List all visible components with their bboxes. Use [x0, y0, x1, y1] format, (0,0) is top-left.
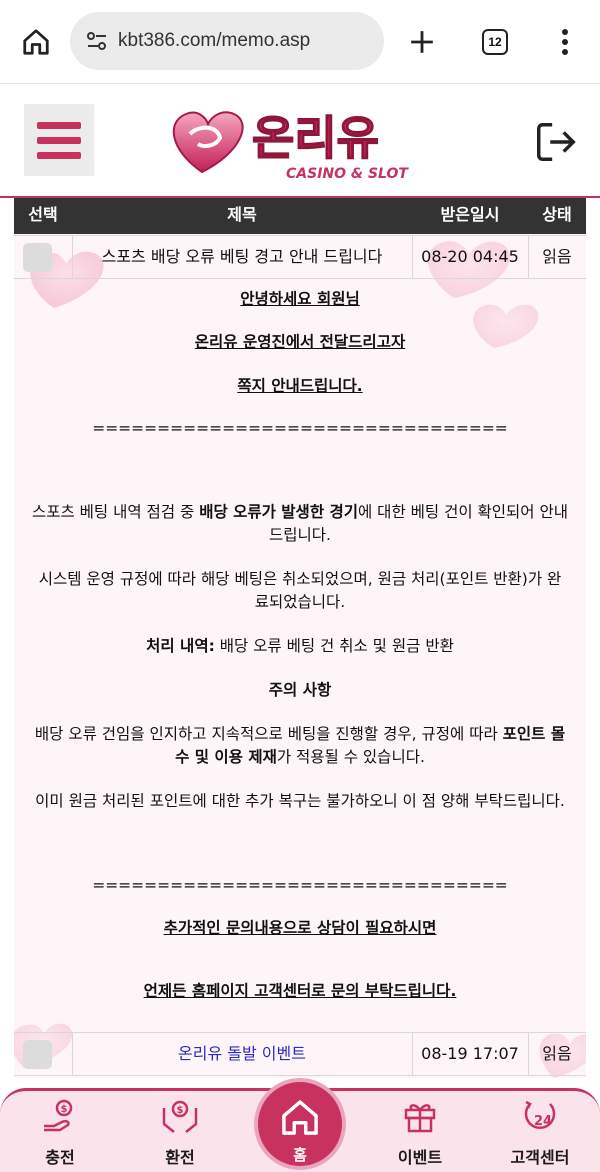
memo-paragraph-2-cont: 료되었습니다. [254, 593, 346, 611]
row-subject[interactable]: 스포츠 배당 오류 베팅 경고 안내 드립니다 [72, 236, 412, 278]
more-menu-icon[interactable] [548, 22, 582, 62]
nav-withdraw[interactable]: $ 환전 [132, 1092, 228, 1172]
site-header: 온리유 CASINO & SLOT [0, 84, 600, 198]
header-date: 받은일시 [440, 205, 500, 224]
memo-divider-bottom: ================================ [92, 876, 508, 894]
memo-greeting-3: 쪽지 안내드립니다. [237, 377, 363, 395]
nav-deposit[interactable]: $ 충전 [12, 1092, 108, 1172]
tab-switcher-button[interactable]: 12 [478, 26, 512, 58]
header-select: 선택 [28, 205, 58, 224]
nav-withdraw-label: 환전 [165, 1148, 195, 1167]
memo-notice-title: 주의 사항 [268, 681, 332, 699]
memo-greeting-2: 온리유 운영진에서 전달드리고자 [194, 333, 406, 351]
browser-toolbar: kbt386.com/memo.asp 12 [0, 0, 600, 84]
memo-paragraph-5: 배당 오류 건임을 인지하고 지속적으로 베팅을 진행할 경우, 규정에 따라 … [34, 725, 566, 743]
address-bar[interactable]: kbt386.com/memo.asp [70, 12, 384, 70]
memo-greeting-1: 안녕하세요 회원님 [240, 290, 360, 308]
row-date: 08-19 17:07 [421, 1044, 519, 1063]
row-checkbox[interactable] [23, 243, 52, 272]
gift-icon [404, 1104, 436, 1133]
header-subject: 제목 [227, 205, 257, 224]
memo-paragraph-1: 스포츠 베팅 내역 점검 중 배당 오류가 발생한 경기에 대한 베팅 건이 확… [31, 503, 569, 521]
logo-text: 온리유 [252, 111, 379, 165]
memo-paragraph-1-cont: 드립니다. [269, 526, 331, 544]
memo-closing-1: 추가적인 문의내용으로 상담이 필요하시면 [163, 919, 437, 937]
row-checkbox[interactable] [23, 1040, 52, 1069]
memo-divider-top: ================================ [92, 419, 508, 437]
svg-text:$: $ [177, 1105, 184, 1116]
logo-subtitle: CASINO & SLOT [286, 166, 409, 182]
row-status: 읽음 [542, 247, 572, 266]
browser-home-icon[interactable] [14, 22, 58, 62]
nav-event-label: 이벤트 [397, 1148, 443, 1167]
memo-process-details: 처리 내역: 배당 오류 베팅 건 취소 및 원금 반환 [146, 637, 454, 655]
svg-text:24: 24 [534, 1114, 552, 1129]
home-icon [282, 1100, 318, 1135]
table-row[interactable]: 온리유 돌발 이벤트 08-19 17:07 읽음 [14, 1032, 586, 1076]
row-status: 읽음 [542, 1044, 572, 1063]
header-status: 상태 [542, 205, 572, 224]
memo-paragraph-5-cont: 수 및 이용 제재가 적용될 수 있습니다. [175, 748, 425, 766]
bottom-navigation: $ 충전 $ 환전 홈 이벤트 24 고객센터 [0, 1078, 600, 1172]
nav-home-label: 홈 [293, 1146, 307, 1164]
hamburger-menu-icon[interactable] [24, 104, 94, 176]
withdraw-hands-icon: $ [162, 1100, 198, 1133]
support-24-icon: 24 [524, 1100, 556, 1130]
svg-text:$: $ [61, 1104, 68, 1115]
new-tab-icon[interactable] [402, 22, 442, 62]
nav-customer-center[interactable]: 24 고객센터 [492, 1092, 588, 1172]
deposit-hand-icon: $ [44, 1099, 73, 1132]
row-date: 08-20 04:45 [421, 247, 519, 266]
nav-home[interactable]: 홈 [254, 1078, 346, 1170]
memo-paragraph-6: 이미 원금 처리된 포인트에 대한 추가 복구는 불가하오니 이 점 양해 부탁… [35, 792, 565, 810]
logout-icon[interactable] [530, 116, 582, 168]
memo-paragraph-2: 시스템 운영 규정에 따라 해당 베팅은 취소되었으며, 원금 처리(포인트 반… [38, 570, 562, 588]
tab-count: 12 [482, 29, 508, 55]
nav-customer-center-label: 고객센터 [510, 1148, 570, 1167]
site-logo[interactable]: 온리유 CASINO & SLOT [160, 94, 440, 190]
site-settings-icon[interactable] [82, 26, 112, 56]
memo-content: 선택 제목 받은일시 상태 스포츠 배당 오류 베팅 경고 안내 드립니다 08… [14, 198, 586, 1078]
url-text: kbt386.com/memo.asp [118, 30, 311, 51]
nav-deposit-label: 충전 [45, 1148, 75, 1167]
nav-event[interactable]: 이벤트 [372, 1092, 468, 1172]
memo-closing-2: 언제든 홈페이지 고객센터로 문의 부탁드립니다. [143, 982, 457, 1000]
row-subject[interactable]: 온리유 돌발 이벤트 [72, 1033, 412, 1075]
table-header: 선택 제목 받은일시 상태 [14, 198, 586, 234]
table-row[interactable]: 스포츠 배당 오류 베팅 경고 안내 드립니다 08-20 04:45 읽음 [14, 235, 586, 279]
